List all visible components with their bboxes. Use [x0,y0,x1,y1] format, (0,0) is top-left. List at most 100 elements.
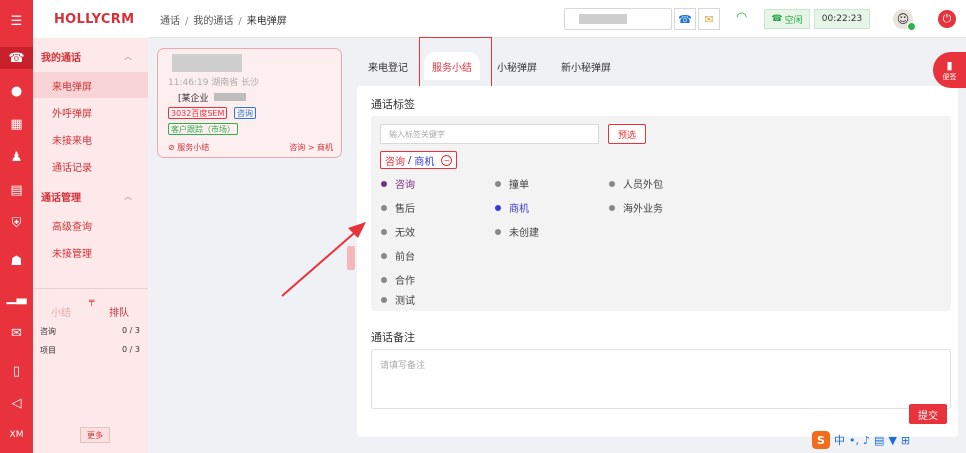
status-badge[interactable]: ☎ 空闲 [764,9,810,29]
tag-option[interactable]: 售后 [381,200,415,215]
nav-group-label: 我的通话 [41,52,81,64]
stat-value: 0 / 3 [122,326,140,335]
punctuation-icon[interactable]: •, [849,434,859,447]
dot-icon [609,204,615,211]
breadcrumb-separator: / [185,16,189,27]
sidebar: HOLLYCRM 我的通话 ︿ 来电弹屏 外呼弹屏 未接来电 通话记录 通话管理 ︿… [33,0,148,453]
dot-icon [495,204,501,211]
shield-icon[interactable]: ⛨ [0,212,33,234]
tag-option-label: 售后 [395,204,415,215]
phone-icon[interactable]: ☎ [0,47,33,69]
note-textarea[interactable]: 请填写备注 [371,349,951,409]
caller-company: [某企业 [178,94,209,104]
memo-button[interactable]: ▮ 便签 [933,52,966,88]
nav-group-label: 通话管理 [41,192,81,204]
avatar[interactable]: ☺ [893,9,916,31]
sidebar-item-missed-management[interactable]: 未接管理 [33,239,148,265]
book-icon[interactable]: ▯ [0,360,33,382]
rail-bottom-label[interactable]: XM [0,424,33,446]
user-icon[interactable]: ♟ [0,146,33,168]
tag-option[interactable]: 无效 [381,224,415,239]
keyboard-icon[interactable]: ▤ [874,434,884,447]
collapse-handle[interactable] [347,246,355,270]
breadcrumb-separator: / [238,16,242,27]
nav-group-call-management[interactable]: 通话管理 ︿ [33,184,148,208]
chevron-up-icon: ︿ [124,191,132,201]
icon-rail: ☰ ☎ ● ▦ ♟ ▤ ⛨ ☗ ▁▃ ✉ ▯ ◁ XM [0,0,33,453]
send-icon[interactable]: ◁ [0,392,33,414]
tab-call-register[interactable]: 来电登记 [357,52,419,80]
tag-option[interactable]: 未创建 [495,224,539,239]
redacted-block [214,93,246,101]
tab-secretary-popup[interactable]: 小秘弹屏 [490,52,544,80]
preselect-button[interactable]: 预选 [608,124,646,144]
ime-toolbar[interactable]: S 中 •, ♪ ▤ ▼ ⊞ [812,430,947,450]
grid-icon[interactable]: ▦ [0,113,33,135]
message-icon[interactable]: ✉ [0,322,33,344]
dot-icon [609,180,615,187]
breadcrumb-current: 来电弹屏 [246,16,287,27]
more-button[interactable]: 更多 [80,427,110,443]
tag-option-label: 商机 [509,204,529,215]
stat-label: 咨询 [40,327,56,336]
tag-option[interactable]: 人员外包 [609,176,663,191]
chip-part: 咨询 [385,156,405,168]
remove-icon[interactable]: − [441,154,453,166]
dot-icon [381,276,387,283]
summary-panel: 通话标签 输入标签关键字 预选 咨询 / 商机 − 咨询 撞单 人员外包 售后 … [357,86,958,437]
dot-icon [381,252,387,259]
tab-summary[interactable]: 小结 [51,304,71,319]
sidebar-item-outgoing-popup[interactable]: 外呼弹屏 [33,99,148,125]
tag-option-label: 前台 [395,252,415,263]
breadcrumb-item[interactable]: 通话 [160,16,180,27]
tag-option-label: 海外业务 [623,204,663,215]
tab-queue[interactable]: 排队 [109,304,129,319]
source-tag: 3032百度SEM [168,107,228,119]
tags-box: 输入标签关键字 预选 咨询 / 商机 − 咨询 撞单 人员外包 售后 商机 海外… [371,116,951,311]
category-tag: 咨询 [234,107,256,119]
dot-icon [495,228,501,235]
tag-option[interactable]: 撞单 [495,176,529,191]
shirt-icon[interactable]: ▼ [888,434,896,447]
wifi-icon: ◠ [736,10,748,25]
nav-group-my-calls[interactable]: 我的通话 ︿ [33,44,148,68]
chip-part: 商机 [414,156,435,168]
phone-number-input[interactable] [564,8,672,30]
sidebar-item-call-records[interactable]: 通话记录 [33,153,148,179]
tag-option-label: 合作 [395,276,415,287]
bookmark-icon: ▮ [946,58,953,72]
sidebar-item-advanced-search[interactable]: 高级查询 [33,212,148,238]
microphone-icon[interactable]: ♪ [863,434,870,447]
tag-option[interactable]: 前台 [381,248,415,263]
chat-icon[interactable]: ● [0,80,33,102]
tab-new-secretary-popup[interactable]: 新小秘弹屏 [553,52,619,80]
bar-chart-icon[interactable]: ▁▃ [0,286,33,308]
tag-option-label: 人员外包 [623,180,663,191]
tag-option[interactable]: 商机 [495,200,529,215]
clipboard-icon[interactable]: ▤ [0,179,33,201]
breadcrumb-item[interactable]: 我的通话 [193,16,233,27]
tag-search-input[interactable]: 输入标签关键字 [380,124,599,144]
robot-icon[interactable]: ☗ [0,250,33,272]
selected-tag-chip[interactable]: 咨询 / 商机 − [380,151,458,169]
call-card[interactable]: 11:46:19 湖南省 长沙 [某企业 3032百度SEM 咨询 客户跟踪（市… [157,48,342,158]
transfer-icon[interactable]: ✉ [698,8,720,30]
tag-option[interactable]: 测试 [381,292,415,307]
power-icon[interactable]: ⏻ [938,10,956,28]
tag-option[interactable]: 合作 [381,272,415,287]
call-timer: 00:22:23 [814,9,870,29]
service-summary-link[interactable]: ⊘ 服务小结 [168,142,209,153]
sidebar-item-missed-calls[interactable]: 未接来电 [33,126,148,152]
dial-icon[interactable]: ☎ [674,8,696,30]
submit-button[interactable]: 提交 [909,404,947,424]
tag-option[interactable]: 咨询 [381,176,415,191]
tag-option-label: 无效 [395,228,415,239]
dot-icon [381,180,387,187]
tag-option[interactable]: 海外业务 [609,200,663,215]
apps-icon[interactable]: ⊞ [901,434,910,447]
phone-icon: ☎ [771,14,783,24]
menu-icon[interactable]: ☰ [0,10,33,32]
app-logo: HOLLYCRM [33,0,148,38]
sidebar-item-incoming-popup[interactable]: 来电弹屏 [33,72,148,98]
note-section-title: 通话备注 [371,331,415,344]
